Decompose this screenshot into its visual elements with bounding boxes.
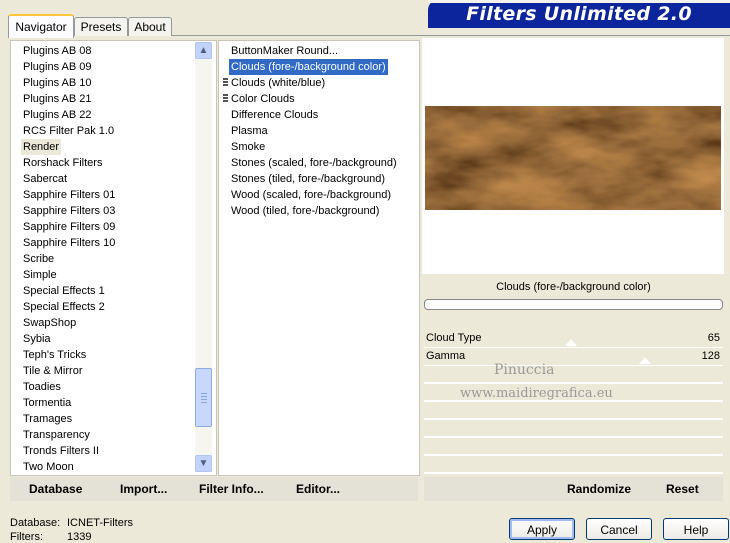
category-item[interactable]: Rorshack Filters [21, 155, 104, 171]
category-item[interactable]: Sabercat [21, 171, 69, 187]
randomize-button[interactable]: Randomize [567, 482, 631, 496]
filter-item[interactable]: Stones (tiled, fore-/background) [229, 171, 387, 187]
filters-count-label: Filters: [10, 531, 43, 543]
progress-bar [424, 299, 723, 310]
category-item[interactable]: Render [21, 139, 62, 155]
param-row-empty [424, 402, 723, 420]
filter-item[interactable]: Clouds (white/blue) [229, 75, 327, 91]
import-button[interactable]: Import... [120, 482, 167, 496]
category-item[interactable]: Sybia [21, 331, 53, 347]
preview-panel [422, 38, 724, 274]
grip-line [201, 399, 207, 400]
category-item[interactable]: Two Moon [21, 459, 76, 475]
category-scrollbar[interactable]: ▲ ▼ [195, 42, 212, 472]
param-row-empty [424, 420, 723, 438]
app-title: Filters Unlimited 2.0 [466, 3, 692, 25]
category-item[interactable]: Tile & Mirror [21, 363, 84, 379]
param-panel: Cloud Type 65 Gamma 128 [424, 330, 723, 474]
category-item[interactable]: Special Effects 1 [21, 283, 107, 299]
param-label: Gamma [426, 350, 466, 362]
tab-presets[interactable]: Presets [74, 17, 128, 36]
filter-marker-icon [223, 94, 228, 103]
param-row-empty [424, 366, 723, 384]
scroll-thumb[interactable] [195, 368, 212, 427]
category-item[interactable]: Plugins AB 21 [21, 91, 94, 107]
category-item[interactable]: Toadies [21, 379, 63, 395]
filter-item[interactable]: Color Clouds [229, 91, 297, 107]
param-row-empty [424, 456, 723, 474]
category-item[interactable]: Transparency [21, 427, 92, 443]
slider-marker[interactable] [565, 339, 577, 346]
category-item[interactable]: Plugins AB 08 [21, 43, 94, 59]
slider-marker[interactable] [639, 357, 651, 364]
database-button[interactable]: Database [29, 482, 82, 496]
category-item[interactable]: Plugins AB 09 [21, 59, 94, 75]
scroll-down-button[interactable]: ▼ [195, 455, 212, 472]
param-value: 65 [707, 332, 720, 344]
category-item[interactable]: RCS Filter Pak 1.0 [21, 123, 116, 139]
filter-item[interactable]: Smoke [229, 139, 267, 155]
filter-marker-icon [223, 78, 228, 87]
category-item[interactable]: Special Effects 2 [21, 299, 107, 315]
preview-image [425, 106, 721, 210]
category-item[interactable]: Tronds Filters II [21, 443, 101, 459]
grip-line [201, 396, 207, 397]
selected-filter-name: Clouds (fore-/background color) [424, 276, 723, 298]
database-status-label: Database: [10, 517, 61, 529]
param-row-empty [424, 438, 723, 456]
chevron-up-icon: ▲ [198, 45, 209, 56]
param-spacer [424, 312, 723, 330]
category-item[interactable]: Simple [21, 267, 59, 283]
param-row[interactable]: Gamma 128 [424, 348, 723, 366]
apply-button[interactable]: Apply [509, 518, 575, 540]
category-item[interactable]: Sapphire Filters 10 [21, 235, 117, 251]
category-item[interactable]: SwapShop [21, 315, 78, 331]
filter-item[interactable]: Wood (scaled, fore-/background) [229, 187, 393, 203]
category-item[interactable]: Plugins AB 10 [21, 75, 94, 91]
watermark-url: www.maidiregrafica.eu [460, 386, 613, 401]
param-label: Cloud Type [426, 332, 482, 344]
category-item[interactable]: Plugins AB 22 [21, 107, 94, 123]
filters-count-value: 1339 [67, 531, 92, 543]
filter-item[interactable]: ButtonMaker Round... [229, 43, 340, 59]
filter-item[interactable]: Difference Clouds [229, 107, 320, 123]
category-item[interactable]: Scribe [21, 251, 56, 267]
filter-list[interactable]: ButtonMaker Round... Clouds (fore-/backgr… [218, 40, 420, 476]
category-item[interactable]: Sapphire Filters 09 [21, 219, 117, 235]
category-item[interactable]: Sapphire Filters 03 [21, 203, 117, 219]
category-item[interactable]: Tramages [21, 411, 74, 427]
tab-navigator[interactable]: Navigator [8, 14, 74, 38]
filter-item[interactable]: Wood (tiled, fore-/background) [229, 203, 381, 219]
app-title-banner: Filters Unlimited 2.0 [428, 0, 730, 28]
param-row[interactable]: Cloud Type 65 [424, 330, 723, 348]
category-item[interactable]: Tormentia [21, 395, 73, 411]
grip-line [201, 402, 207, 403]
tab-about[interactable]: About [128, 17, 172, 36]
reset-button[interactable]: Reset [666, 482, 699, 496]
chevron-down-icon: ▼ [198, 458, 209, 469]
filter-item[interactable]: Stones (scaled, fore-/background) [229, 155, 399, 171]
category-item[interactable]: Teph's Tricks [21, 347, 88, 363]
param-value: 128 [701, 350, 720, 362]
scroll-up-button[interactable]: ▲ [195, 42, 212, 59]
filter-item[interactable]: Plasma [229, 123, 270, 139]
database-status-value: ICNET-Filters [67, 517, 133, 529]
category-list[interactable]: Plugins AB 08 Plugins AB 09 Plugins AB 10 P… [10, 40, 217, 476]
watermark-name: Pinuccia [494, 362, 555, 378]
category-item[interactable]: Sapphire Filters 01 [21, 187, 117, 203]
filter-item[interactable]: Clouds (fore-/background color) [228, 58, 389, 76]
editor-button[interactable]: Editor... [296, 482, 340, 496]
filter-info-button[interactable]: Filter Info... [199, 482, 264, 496]
grip-line [201, 393, 207, 394]
help-button[interactable]: Help [663, 518, 729, 540]
cancel-button[interactable]: Cancel [586, 518, 652, 540]
